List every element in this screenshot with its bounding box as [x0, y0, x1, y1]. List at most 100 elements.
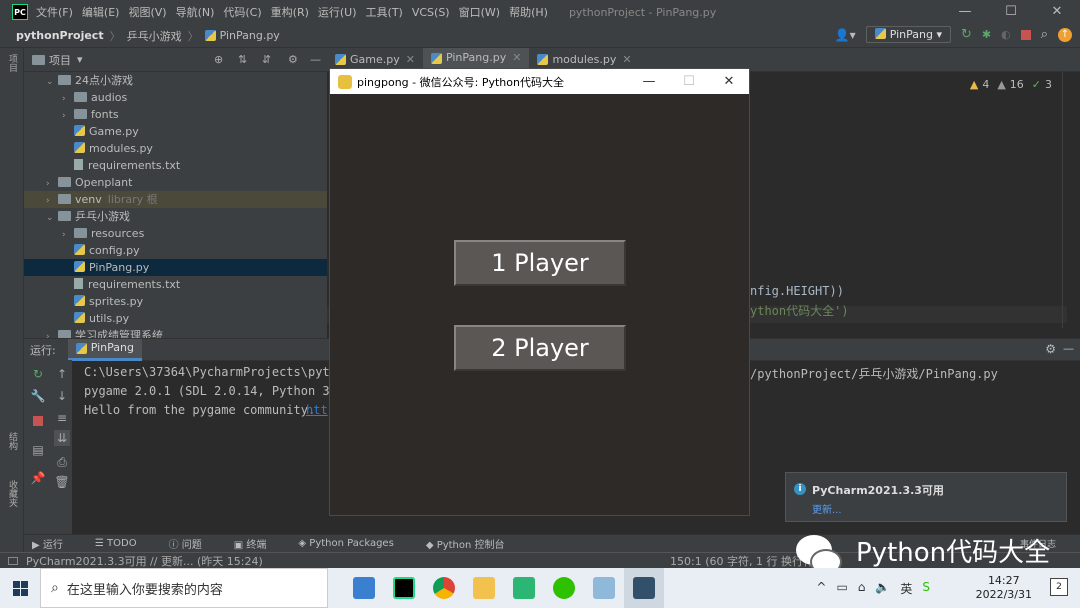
- tree-item[interactable]: requirements.txt: [24, 276, 327, 293]
- editor-scrollbar[interactable]: [1062, 68, 1072, 328]
- tree-item[interactable]: config.py: [24, 242, 327, 259]
- chevron-up-icon[interactable]: ^: [816, 580, 826, 597]
- start-button[interactable]: [0, 568, 40, 608]
- trash-icon[interactable]: 🗑: [54, 474, 70, 490]
- volume-icon[interactable]: 🔈: [875, 580, 890, 597]
- update-icon[interactable]: ↑: [1058, 27, 1072, 42]
- gear-icon[interactable]: ⚙: [1045, 342, 1056, 356]
- tree-item[interactable]: › Openplant: [24, 174, 327, 191]
- tree-item[interactable]: ⌄ 24点小游戏: [24, 72, 327, 89]
- menu-window[interactable]: 窗口(W): [459, 4, 500, 20]
- rerun-icon[interactable]: ↻: [30, 366, 46, 382]
- tree-item[interactable]: requirements.txt: [24, 157, 327, 174]
- close-icon[interactable]: ✕: [709, 69, 749, 94]
- breadcrumb-folder[interactable]: 乒乓小游戏: [127, 28, 182, 44]
- minimize-icon[interactable]: —: [942, 0, 988, 24]
- minimize-icon[interactable]: —: [629, 69, 669, 94]
- coverage-icon[interactable]: ◐: [1001, 28, 1011, 41]
- tool-project[interactable]: 项目: [6, 54, 19, 72]
- tool-tab-problems[interactable]: ⓘ 问题: [169, 536, 218, 551]
- search-icon[interactable]: ⌕: [1041, 27, 1048, 42]
- menu-run[interactable]: 运行(U): [318, 4, 357, 20]
- menu-edit[interactable]: 编辑(E): [82, 4, 120, 20]
- breadcrumb-project[interactable]: pythonProject: [16, 29, 104, 42]
- taskbar-app-editor[interactable]: [584, 568, 624, 608]
- breadcrumb-file[interactable]: PinPang.py: [220, 29, 280, 42]
- maximize-icon[interactable]: ☐: [988, 0, 1034, 24]
- update-notification[interactable]: i PyCharm2021.3.3可用 更新...: [785, 472, 1067, 522]
- battery-icon[interactable]: ▭: [836, 580, 847, 597]
- status-message[interactable]: PyCharm2021.3.3可用 // 更新... (昨天 15:24): [26, 553, 263, 569]
- tree-item[interactable]: sprites.py: [24, 293, 327, 310]
- menu-vcs[interactable]: VCS(S): [412, 6, 450, 19]
- close-tab-icon[interactable]: ✕: [512, 46, 521, 70]
- two-player-button[interactable]: 2 Player: [454, 325, 626, 371]
- tool-tab-todo[interactable]: ☰ TODO: [95, 538, 153, 549]
- print-icon[interactable]: ⎙: [54, 454, 70, 470]
- tool-tab-console[interactable]: ◆ Python 控制台: [426, 536, 521, 551]
- inspection-widget[interactable]: ▲ 4 ▲ 16 ✓ 3: [970, 78, 1052, 91]
- tool-tab-run[interactable]: ▶ 运行: [32, 536, 79, 551]
- taskbar-app-pygame[interactable]: [624, 568, 664, 608]
- layout-icon[interactable]: ▤: [30, 442, 46, 458]
- hide-icon[interactable]: —: [1063, 342, 1074, 355]
- tree-item[interactable]: › fonts: [24, 106, 327, 123]
- pin-icon[interactable]: 📌: [30, 470, 46, 486]
- wrench-icon[interactable]: 🔧: [30, 388, 46, 404]
- run-icon[interactable]: ↻: [961, 27, 972, 42]
- one-player-button[interactable]: 1 Player: [454, 240, 626, 286]
- wps-icon[interactable]: S: [922, 580, 930, 597]
- tool-tab-packages[interactable]: ◈ Python Packages: [298, 538, 409, 549]
- taskbar-app-wechat[interactable]: [544, 568, 584, 608]
- tree-item[interactable]: utils.py: [24, 310, 327, 327]
- console-link[interactable]: htt: [306, 403, 328, 417]
- stop-icon[interactable]: [1020, 29, 1031, 40]
- tool-favorites[interactable]: 收藏夹: [6, 480, 19, 507]
- user-icon[interactable]: 👤▾: [835, 28, 856, 42]
- project-panel-title[interactable]: 项目: [49, 52, 71, 68]
- tool-tab-terminal[interactable]: ▣ 终端: [234, 536, 283, 551]
- taskbar-app-chrome[interactable]: [424, 568, 464, 608]
- debug-icon[interactable]: ✱: [982, 28, 991, 41]
- hide-icon[interactable]: —: [310, 53, 321, 66]
- tree-item[interactable]: modules.py: [24, 140, 327, 157]
- action-center-icon[interactable]: 2: [1050, 578, 1068, 596]
- stop-icon[interactable]: [30, 414, 46, 430]
- menu-refactor[interactable]: 重构(R): [271, 4, 309, 20]
- collapse-all-icon[interactable]: ⇵: [262, 53, 271, 66]
- menu-file[interactable]: 文件(F): [36, 4, 73, 20]
- menu-code[interactable]: 代码(C): [223, 4, 261, 20]
- close-icon[interactable]: ✕: [1034, 0, 1080, 24]
- network-icon[interactable]: ⌂: [858, 580, 866, 597]
- gear-icon[interactable]: ⚙: [288, 53, 298, 66]
- input-method-icon[interactable]: 英: [900, 580, 912, 597]
- tree-item[interactable]: › audios: [24, 89, 327, 106]
- chevron-down-icon[interactable]: ▾: [77, 53, 83, 66]
- expand-all-icon[interactable]: ⇅: [238, 53, 247, 66]
- up-icon[interactable]: ↑: [54, 366, 70, 382]
- tree-item[interactable]: Game.py: [24, 123, 327, 140]
- menu-help[interactable]: 帮助(H): [509, 4, 548, 20]
- menu-tools[interactable]: 工具(T): [366, 4, 403, 20]
- taskbar-app-pycharm[interactable]: [384, 568, 424, 608]
- panel-toggle-icon[interactable]: [8, 556, 18, 565]
- soft-wrap-icon[interactable]: ≡: [54, 410, 70, 426]
- tree-item[interactable]: › venv library 根: [24, 191, 327, 208]
- taskbar-clock[interactable]: 14:27 2022/3/31: [976, 574, 1032, 602]
- run-config-select[interactable]: PinPang ▾: [865, 26, 951, 43]
- locate-icon[interactable]: ⊕: [214, 53, 223, 66]
- taskbar-app-explorer[interactable]: [464, 568, 504, 608]
- tree-item[interactable]: PinPang.py: [24, 259, 327, 276]
- menu-navigate[interactable]: 导航(N): [176, 4, 215, 20]
- taskbar-search-box[interactable]: ⌕ 在这里输入你要搜索的内容: [40, 568, 328, 608]
- tool-structure[interactable]: 结构: [6, 432, 19, 450]
- notification-update-link[interactable]: 更新...: [812, 501, 842, 516]
- menu-view[interactable]: 视图(V): [128, 4, 166, 20]
- run-tab-pinpang[interactable]: PinPang: [67, 338, 142, 361]
- scroll-end-icon[interactable]: ⇊: [54, 430, 70, 446]
- down-icon[interactable]: ↓: [54, 388, 70, 404]
- tree-item[interactable]: › resources: [24, 225, 327, 242]
- taskbar-app-pdf[interactable]: [504, 568, 544, 608]
- taskbar-app-mail[interactable]: [344, 568, 384, 608]
- maximize-icon[interactable]: ☐: [669, 69, 709, 94]
